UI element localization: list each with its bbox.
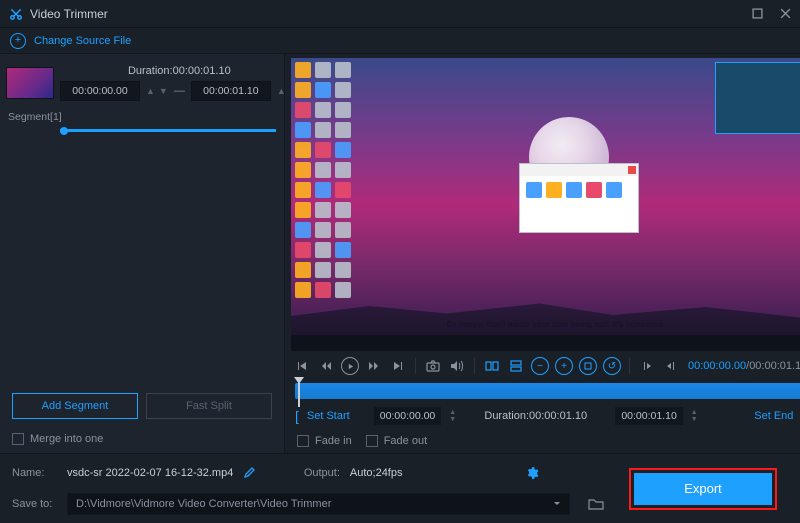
maximize-button[interactable]	[750, 7, 764, 21]
output-label: Output:	[304, 467, 340, 479]
timeline-cursor[interactable]	[294, 377, 304, 384]
browse-folder-icon[interactable]	[586, 496, 606, 512]
close-button[interactable]	[778, 7, 792, 21]
timeline[interactable]	[295, 383, 800, 399]
bracket-left-icon[interactable]: [	[295, 409, 299, 423]
end-dec[interactable]: ▼	[691, 416, 698, 423]
start-up[interactable]: ▲	[146, 86, 155, 96]
volume-icon[interactable]	[448, 357, 466, 375]
play-icon[interactable]	[341, 357, 359, 375]
skip-start-icon[interactable]	[293, 357, 311, 375]
reset-icon[interactable]: ↺	[603, 357, 621, 375]
split-v-icon[interactable]	[507, 357, 525, 375]
segment-progress[interactable]	[60, 129, 276, 132]
total-time: 00:00:01.10	[749, 360, 800, 372]
trim-duration-value: 00:00:01.10	[529, 410, 587, 422]
start-down[interactable]: ▼	[159, 86, 168, 96]
duration-label: Duration:	[128, 65, 173, 77]
set-start-button[interactable]: Set Start	[307, 410, 350, 422]
split-h-icon[interactable]	[483, 357, 501, 375]
snapshot-icon[interactable]	[424, 357, 442, 375]
trim-duration-label: Duration:	[484, 410, 529, 422]
output-settings-icon[interactable]	[525, 466, 539, 480]
output-value: Auto;24fps	[350, 467, 403, 479]
set-end-button[interactable]: Set End	[754, 410, 793, 422]
change-source-label: Change Source File	[34, 35, 131, 47]
export-highlight: Export	[629, 468, 777, 510]
mark-out-icon[interactable]	[662, 357, 680, 375]
edit-name-icon[interactable]	[243, 467, 255, 479]
merge-label: Merge into one	[30, 433, 103, 445]
fade-out-label: Fade out	[384, 435, 427, 447]
duration-value: 00:00:01.10	[173, 65, 231, 77]
fade-in-checkbox[interactable]	[297, 435, 309, 447]
trim-end-field[interactable]: 00:00:01.10	[615, 407, 682, 425]
segment-end-field[interactable]: 00:00:01.10	[191, 81, 271, 101]
export-button[interactable]: Export	[634, 473, 772, 505]
window-title: Video Trimmer	[30, 7, 750, 21]
current-time: 00:00:00.00	[688, 360, 746, 372]
skip-end-icon[interactable]	[389, 357, 407, 375]
save-path-text: D:\Vidmore\Vidmore Video Converter\Video…	[76, 498, 545, 510]
step-fwd-icon[interactable]	[365, 357, 383, 375]
segment-label: Segment[1]	[0, 107, 284, 127]
zoom-fit-icon[interactable]	[579, 357, 597, 375]
name-value: vsdc-sr 2022-02-07 16-12-32.mp4	[67, 467, 233, 479]
segment-start-field[interactable]: 00:00:00.00	[60, 81, 140, 101]
add-segment-button[interactable]: Add Segment	[12, 393, 138, 419]
fast-split-button[interactable]: Fast Split	[146, 393, 272, 419]
merge-checkbox[interactable]	[12, 433, 24, 445]
preview-caption-text: Be happy, don't waste your time being sa…	[446, 320, 665, 329]
start-dec[interactable]: ▼	[449, 416, 456, 423]
step-back-icon[interactable]	[317, 357, 335, 375]
mark-in-icon[interactable]	[638, 357, 656, 375]
end-inc[interactable]: ▲	[691, 409, 698, 416]
path-dropdown-icon[interactable]	[553, 500, 561, 508]
save-label: Save to:	[12, 498, 57, 510]
dash-label: —	[174, 85, 185, 97]
app-logo-icon	[8, 6, 24, 22]
fade-out-checkbox[interactable]	[366, 435, 378, 447]
transport-controls: − + ↺ 00:00:00.00/00:00:01.10	[285, 353, 800, 379]
change-source-button[interactable]: + Change Source File	[0, 28, 800, 54]
zoom-out-icon[interactable]: −	[531, 357, 549, 375]
start-inc[interactable]: ▲	[449, 409, 456, 416]
segment-panel: Duration:00:00:01.10 00:00:00.00 ▲▼ — 00…	[0, 54, 285, 453]
video-preview[interactable]: Be happy, don't waste your time being sa…	[291, 58, 800, 351]
name-label: Name:	[12, 467, 57, 479]
fade-in-label: Fade in	[315, 435, 352, 447]
segment-thumbnail[interactable]	[6, 67, 54, 99]
save-path-field[interactable]: D:\Vidmore\Vidmore Video Converter\Video…	[67, 493, 570, 515]
zoom-in-icon[interactable]: +	[555, 357, 573, 375]
trim-start-field[interactable]: 00:00:00.00	[374, 407, 441, 425]
plus-icon: +	[10, 33, 26, 49]
